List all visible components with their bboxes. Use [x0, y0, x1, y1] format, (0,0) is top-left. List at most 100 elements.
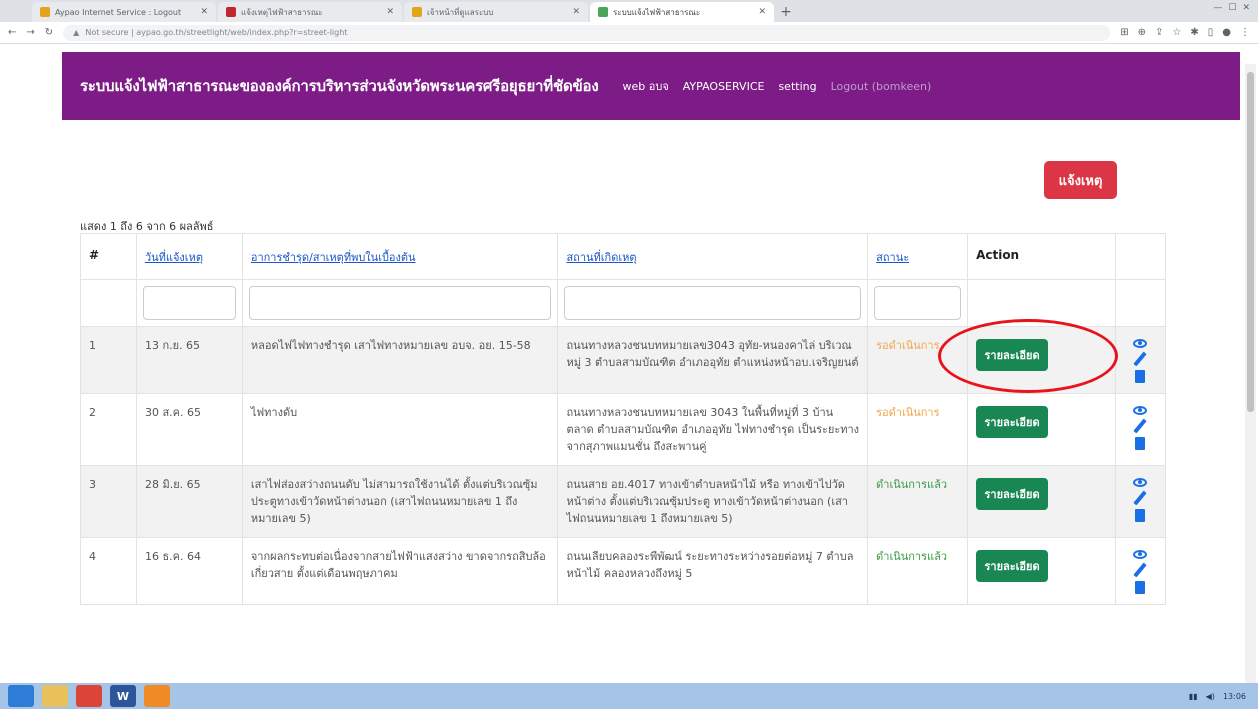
- page-scrollbar[interactable]: [1245, 64, 1256, 684]
- filter-cell-status: [867, 279, 969, 327]
- browser-tab-bar: Aypao Internet Service : Logout ✕ แจ้งเห…: [0, 0, 1258, 22]
- tab-title: แจ้งเหตุไฟฟ้าสาธารณะ: [241, 7, 323, 17]
- filter-cell-symptom: [241, 279, 559, 327]
- col-header-symptom[interactable]: อาการชำรุด/สาเหตุที่พบในเบื้องต้น: [241, 233, 559, 280]
- tab-title: Aypao Internet Service : Logout: [55, 7, 182, 17]
- word-icon[interactable]: W: [110, 685, 136, 707]
- sort-link-date[interactable]: วันที่แจ้งเหตุ: [145, 251, 203, 264]
- edit-pencil-icon[interactable]: [1133, 562, 1148, 578]
- sort-link-location[interactable]: สถานที่เกิดเหตุ: [566, 251, 636, 264]
- detail-button[interactable]: รายละเอียด: [976, 478, 1049, 510]
- detail-button[interactable]: รายละเอียด: [976, 550, 1049, 582]
- filter-status-input[interactable]: [874, 286, 962, 320]
- sort-link-symptom[interactable]: อาการชำรุด/สาเหตุที่พบในเบื้องต้น: [251, 251, 416, 264]
- browser-tab[interactable]: Aypao Internet Service : Logout ✕: [32, 2, 216, 22]
- explorer-icon[interactable]: [42, 685, 68, 707]
- chrome-icon[interactable]: [76, 685, 102, 707]
- tab-title: เจ้าหน้าที่ดูแลระบบ: [427, 7, 494, 17]
- cell-symptom: เสาไฟส่องสว่างถนนดับ ไม่สามารถใช้งานได้ …: [241, 465, 559, 538]
- delete-trash-icon[interactable]: [1135, 370, 1146, 383]
- tab-close-icon[interactable]: ✕: [572, 7, 580, 17]
- app-icon[interactable]: [144, 685, 170, 707]
- tab-favicon-icon: [598, 7, 608, 17]
- browser-tab[interactable]: ระบบแจ้งไฟฟ้าสาธารณะ ✕: [590, 2, 774, 22]
- delete-trash-icon[interactable]: [1135, 509, 1146, 522]
- col-header-status[interactable]: สถานะ: [867, 233, 969, 280]
- system-tray: ▮▮ ◀) 13:06: [1189, 692, 1258, 701]
- sort-link-status[interactable]: สถานะ: [876, 251, 909, 264]
- filter-symptom-input[interactable]: [248, 286, 552, 320]
- browser-toolbar-icons: ⊞ ⊕ ⇪ ☆ ✱ ▯ ● ⋮: [1120, 27, 1250, 38]
- cell-date: 13 ก.ย. 65: [135, 326, 243, 394]
- window-controls: — ☐ ✕: [1213, 3, 1250, 13]
- profile-icon[interactable]: ●: [1222, 27, 1231, 38]
- tab-close-icon[interactable]: ✕: [386, 7, 394, 17]
- sidepanel-icon[interactable]: ▯: [1208, 27, 1214, 38]
- forward-icon[interactable]: →: [26, 27, 34, 38]
- tab-title: ระบบแจ้งไฟฟ้าสาธารณะ: [613, 7, 701, 17]
- cell-symptom: จากผลกระทบต่อเนื่องจากสายไฟฟ้าแสงสว่าง ข…: [241, 537, 559, 605]
- share-icon[interactable]: ⇪: [1155, 27, 1163, 38]
- filter-date-input[interactable]: [142, 286, 236, 320]
- scrollbar-thumb[interactable]: [1247, 72, 1254, 412]
- network-icon[interactable]: ▮▮: [1189, 692, 1198, 701]
- clock[interactable]: 13:06: [1223, 692, 1246, 701]
- browser-tab[interactable]: เจ้าหน้าที่ดูแลระบบ ✕: [404, 2, 588, 22]
- edit-pencil-icon[interactable]: [1133, 351, 1148, 367]
- cell-icons: [1114, 537, 1167, 605]
- delete-trash-icon[interactable]: [1135, 437, 1146, 450]
- delete-trash-icon[interactable]: [1135, 581, 1146, 594]
- reload-icon[interactable]: ↻: [45, 27, 53, 38]
- browser-tab[interactable]: แจ้งเหตุไฟฟ้าสาธารณะ ✕: [218, 2, 402, 22]
- windows-taskbar: W ▮▮ ◀) 13:06: [0, 683, 1258, 709]
- table-header-row: # วันที่แจ้งเหตุ อาการชำรุด/สาเหตุที่พบใ…: [80, 233, 1167, 280]
- url-field[interactable]: ▲ Not secure | aypao.go.th/streetlight/w…: [63, 24, 1111, 41]
- table-row: 4 16 ธ.ค. 64 จากผลกระทบต่อเนื่องจากสายไฟ…: [80, 537, 1167, 605]
- detail-button[interactable]: รายละเอียด: [976, 406, 1049, 438]
- back-icon[interactable]: ←: [8, 27, 16, 38]
- nav-link-aypaoservice[interactable]: AYPAOSERVICE: [683, 80, 765, 93]
- tab-close-icon[interactable]: ✕: [200, 7, 208, 17]
- address-bar: ← → ↻ ▲ Not secure | aypao.go.th/streetl…: [0, 22, 1258, 44]
- zoom-icon[interactable]: ⊕: [1138, 27, 1146, 38]
- filter-cell-location: [557, 279, 869, 327]
- col-header-num: #: [80, 233, 137, 280]
- minimize-icon[interactable]: —: [1213, 3, 1222, 13]
- nav-link-logout-bomkeen[interactable]: Logout (bomkeen): [831, 80, 932, 93]
- view-eye-icon[interactable]: [1133, 550, 1148, 559]
- view-eye-icon[interactable]: [1133, 478, 1148, 487]
- tab-close-icon[interactable]: ✕: [758, 7, 766, 17]
- filter-cell-icons: [1114, 279, 1167, 327]
- new-tab-button[interactable]: +: [776, 2, 796, 22]
- menu-icon[interactable]: ⋮: [1240, 27, 1250, 38]
- table-row: 3 28 มิ.ย. 65 เสาไฟส่องสว่างถนนดับ ไม่สา…: [80, 465, 1167, 538]
- nav-link-web[interactable]: web อบจ: [622, 77, 668, 95]
- edit-pencil-icon[interactable]: [1133, 418, 1148, 434]
- cell-location: ถนนสาย อย.4017 ทางเข้าตำบลหน้าไม้ หรือ ท…: [557, 465, 869, 538]
- extensions-icon[interactable]: ✱: [1190, 27, 1198, 38]
- windows-icon[interactable]: [8, 685, 34, 707]
- warning-icon: ▲: [73, 28, 80, 37]
- filter-location-input[interactable]: [564, 286, 862, 320]
- close-icon[interactable]: ✕: [1242, 3, 1250, 13]
- url-text: Not secure | aypao.go.th/streetlight/web…: [85, 28, 348, 37]
- col-header-location[interactable]: สถานที่เกิดเหตุ: [557, 233, 869, 280]
- report-incident-button[interactable]: แจ้งเหตุ: [1044, 161, 1117, 199]
- app-title: ระบบแจ้งไฟฟ้าสาธารณะขององค์การบริหารส่วน…: [80, 77, 599, 95]
- col-header-date[interactable]: วันที่แจ้งเหตุ: [135, 233, 243, 280]
- cell-date: 28 มิ.ย. 65: [135, 465, 243, 538]
- cell-status: รอดำเนินการ: [867, 393, 969, 466]
- translate-icon[interactable]: ⊞: [1120, 27, 1128, 38]
- nav-link-setting[interactable]: setting: [778, 80, 816, 93]
- cell-num: 3: [80, 465, 137, 538]
- maximize-icon[interactable]: ☐: [1228, 3, 1236, 13]
- edit-pencil-icon[interactable]: [1133, 490, 1148, 506]
- cell-icons: [1114, 465, 1167, 538]
- cell-date: 30 ส.ค. 65: [135, 393, 243, 466]
- view-eye-icon[interactable]: [1133, 406, 1148, 415]
- view-eye-icon[interactable]: [1133, 339, 1148, 348]
- bookmark-star-icon[interactable]: ☆: [1172, 27, 1181, 38]
- volume-icon[interactable]: ◀): [1206, 692, 1215, 701]
- cell-action: รายละเอียด: [967, 393, 1116, 466]
- cell-icons: [1114, 393, 1167, 466]
